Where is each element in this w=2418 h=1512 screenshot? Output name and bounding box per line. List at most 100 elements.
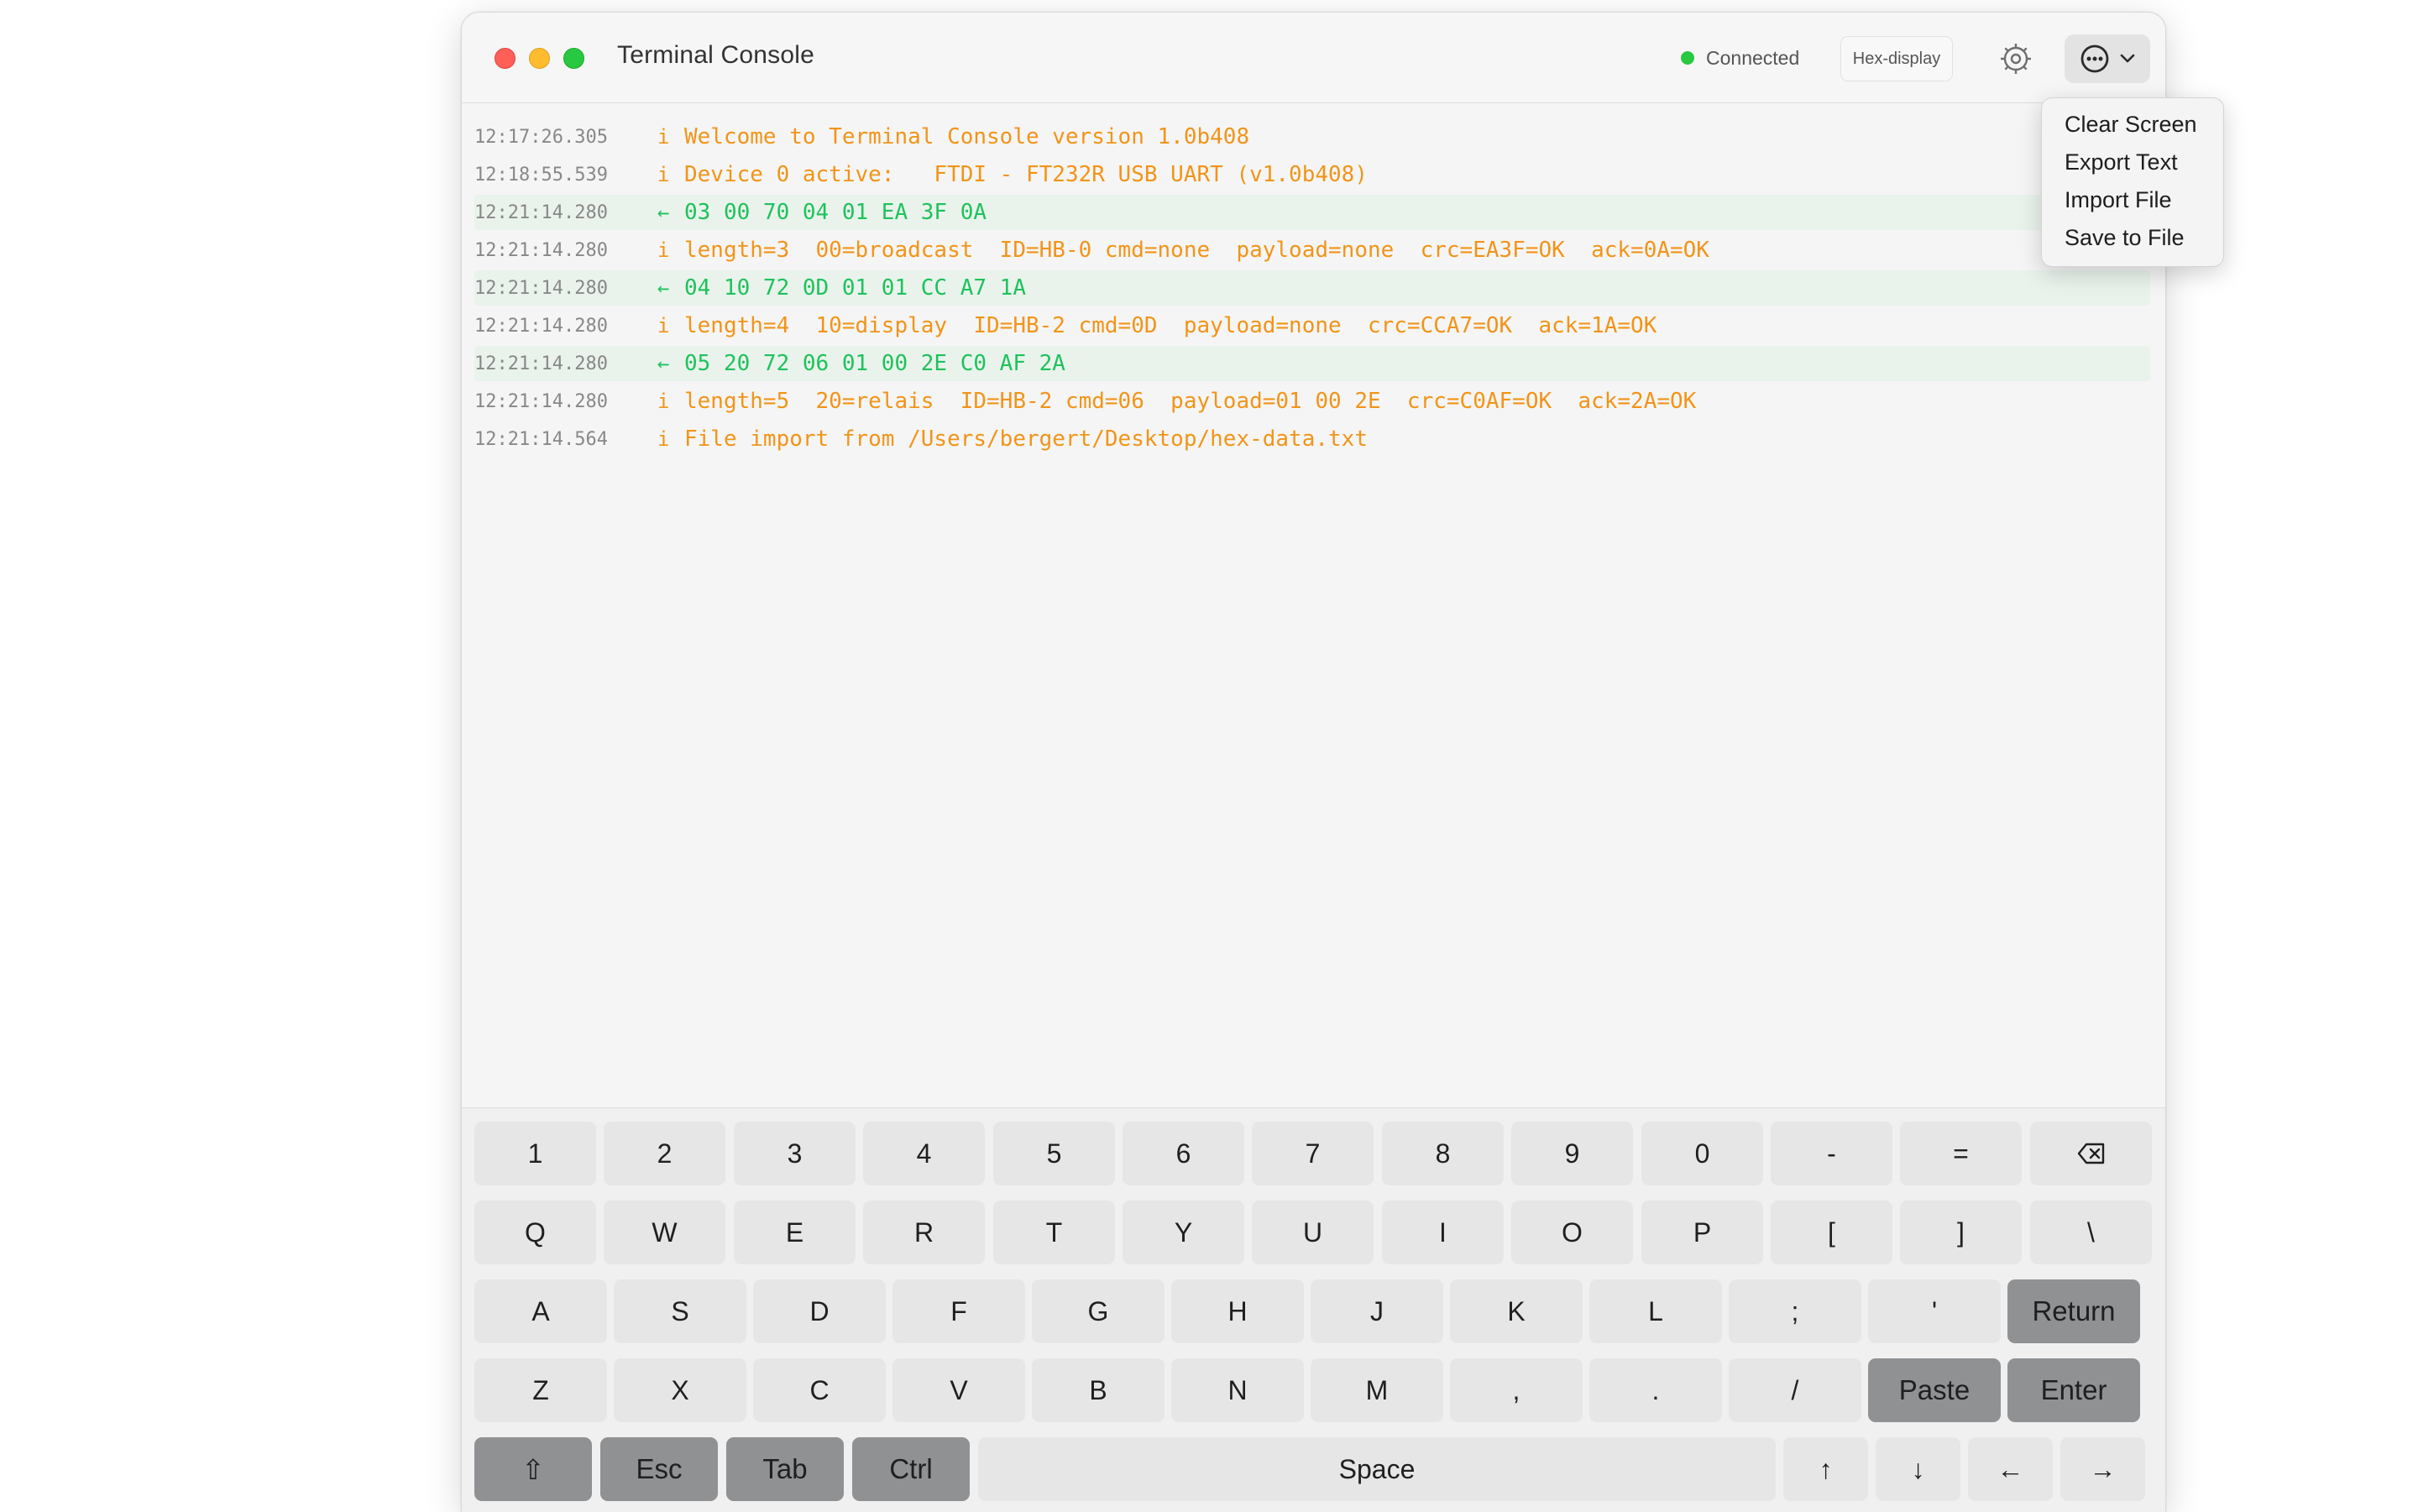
arrow-left-key[interactable]: ← (1968, 1437, 2053, 1501)
left-bracket-key[interactable]: [ (1771, 1201, 1892, 1264)
2-key[interactable]: 2 (604, 1122, 725, 1185)
line-timestamp: 12:21:14.280 (474, 239, 608, 261)
info-icon: i (657, 163, 670, 186)
7-key[interactable]: 7 (1252, 1122, 1374, 1185)
quote-key[interactable]: ' (1868, 1279, 2001, 1343)
terminal-window: Terminal Console Connected Hex-display 1… (461, 12, 2166, 1512)
shift-key[interactable]: ⇧ (474, 1437, 592, 1501)
console-line: 12:21:14.280 i length=4 10=display ID=HB-2… (474, 308, 2150, 343)
space-key[interactable]: Space (978, 1437, 1776, 1501)
l-key[interactable]: L (1589, 1279, 1722, 1343)
line-timestamp: 12:21:14.280 (474, 277, 608, 299)
y-key[interactable]: Y (1123, 1201, 1244, 1264)
x-key[interactable]: X (614, 1358, 746, 1422)
line-message: length=5 20=relais ID=HB-2 cmd=06 payloa… (684, 389, 1697, 414)
3-key[interactable]: 3 (734, 1122, 856, 1185)
backslash-key[interactable]: \ (2030, 1201, 2152, 1264)
console-line: 12:21:14.280 ← 03 00 70 04 01 EA 3F 0A (474, 195, 2150, 230)
status-label: Connected (1706, 46, 1800, 69)
minus-key[interactable]: - (1771, 1122, 1892, 1185)
b-key[interactable]: B (1032, 1358, 1165, 1422)
r-key[interactable]: R (863, 1201, 985, 1264)
line-timestamp: 12:18:55.539 (474, 164, 608, 186)
receive-arrow-icon: ← (657, 276, 670, 300)
line-message: Device 0 active: FTDI - FT232R USB UART … (684, 162, 1368, 187)
ctrl-key[interactable]: Ctrl (852, 1437, 970, 1501)
console-output[interactable]: 12:17:26.305 i Welcome to Terminal Console… (462, 103, 2165, 1114)
console-line: 12:21:14.280 i length=5 20=relais ID=HB-2 … (474, 384, 2150, 419)
a-key[interactable]: A (474, 1279, 607, 1343)
connection-status: Connected (1681, 46, 1799, 70)
line-message: 05 20 72 06 01 00 2E C0 AF 2A (684, 351, 1065, 376)
u-key[interactable]: U (1252, 1201, 1374, 1264)
j-key[interactable]: J (1311, 1279, 1443, 1343)
close-window-button[interactable] (495, 48, 516, 69)
c-key[interactable]: C (753, 1358, 886, 1422)
slash-key[interactable]: / (1729, 1358, 1861, 1422)
receive-arrow-icon: ← (657, 201, 670, 224)
line-message: length=3 00=broadcast ID=HB-0 cmd=none p… (684, 238, 1709, 263)
arrow-up-key[interactable]: ↑ (1783, 1437, 1868, 1501)
line-timestamp: 12:21:14.564 (474, 428, 608, 450)
6-key[interactable]: 6 (1123, 1122, 1244, 1185)
settings-button[interactable] (1997, 40, 2034, 77)
w-key[interactable]: W (604, 1201, 725, 1264)
8-key[interactable]: 8 (1382, 1122, 1504, 1185)
k-key[interactable]: K (1450, 1279, 1583, 1343)
backspace-key[interactable] (2030, 1122, 2152, 1185)
period-key[interactable]: . (1589, 1358, 1722, 1422)
receive-arrow-icon: ← (657, 352, 670, 375)
i-key[interactable]: I (1382, 1201, 1504, 1264)
z-key[interactable]: Z (474, 1358, 607, 1422)
s-key[interactable]: S (614, 1279, 746, 1343)
5-key[interactable]: 5 (993, 1122, 1115, 1185)
hex-display-button[interactable]: Hex-display (1840, 36, 1953, 81)
t-key[interactable]: T (993, 1201, 1115, 1264)
zoom-window-button[interactable] (563, 48, 584, 69)
o-key[interactable]: O (1511, 1201, 1633, 1264)
enter-key[interactable]: Enter (2007, 1358, 2140, 1422)
p-key[interactable]: P (1641, 1201, 1763, 1264)
more-dropdown-menu: Clear Screen Export Text Import File Save t… (2041, 97, 2224, 267)
menu-item-clear-screen[interactable]: Clear Screen (2065, 112, 2197, 138)
comma-key[interactable]: , (1450, 1358, 1583, 1422)
equals-key[interactable]: = (1900, 1122, 2022, 1185)
tab-key[interactable]: Tab (726, 1437, 844, 1501)
paste-key[interactable]: Paste (1868, 1358, 2001, 1422)
info-icon: i (657, 314, 670, 337)
f-key[interactable]: F (892, 1279, 1025, 1343)
console-line: 12:21:14.280 ← 04 10 72 0D 01 01 CC A7 1A (474, 270, 2150, 306)
console-line: 12:17:26.305 i Welcome to Terminal Console… (474, 119, 2150, 154)
more-menu-button[interactable] (2065, 34, 2150, 83)
minimize-window-button[interactable] (529, 48, 550, 69)
menu-item-save-to-file[interactable]: Save to File (2065, 225, 2185, 251)
status-dot-icon (1681, 51, 1694, 65)
q-key[interactable]: Q (474, 1201, 596, 1264)
d-key[interactable]: D (753, 1279, 886, 1343)
arrow-down-key[interactable]: ↓ (1876, 1437, 1960, 1501)
menu-item-export-text[interactable]: Export Text (2065, 149, 2178, 175)
0-key[interactable]: 0 (1641, 1122, 1763, 1185)
line-timestamp: 12:21:14.280 (474, 315, 608, 337)
title-bar: Terminal Console Connected Hex-display (462, 13, 2165, 103)
menu-item-import-file[interactable]: Import File (2065, 187, 2172, 213)
semicolon-key[interactable]: ; (1729, 1279, 1861, 1343)
console-line: 12:21:14.564 i File import from /Users/ber… (474, 421, 2150, 457)
line-message: 03 00 70 04 01 EA 3F 0A (684, 200, 987, 225)
info-icon: i (657, 238, 670, 262)
g-key[interactable]: G (1032, 1279, 1165, 1343)
9-key[interactable]: 9 (1511, 1122, 1633, 1185)
arrow-right-key[interactable]: → (2060, 1437, 2145, 1501)
v-key[interactable]: V (892, 1358, 1025, 1422)
return-key[interactable]: Return (2007, 1279, 2140, 1343)
right-bracket-key[interactable]: ] (1900, 1201, 2022, 1264)
m-key[interactable]: M (1311, 1358, 1443, 1422)
h-key[interactable]: H (1171, 1279, 1304, 1343)
1-key[interactable]: 1 (474, 1122, 596, 1185)
4-key[interactable]: 4 (863, 1122, 985, 1185)
esc-key[interactable]: Esc (600, 1437, 718, 1501)
e-key[interactable]: E (734, 1201, 856, 1264)
ellipsis-circle-icon (2080, 44, 2109, 73)
console-line: 12:21:14.280 ← 05 20 72 06 01 00 2E C0 AF … (474, 346, 2150, 381)
n-key[interactable]: N (1171, 1358, 1304, 1422)
